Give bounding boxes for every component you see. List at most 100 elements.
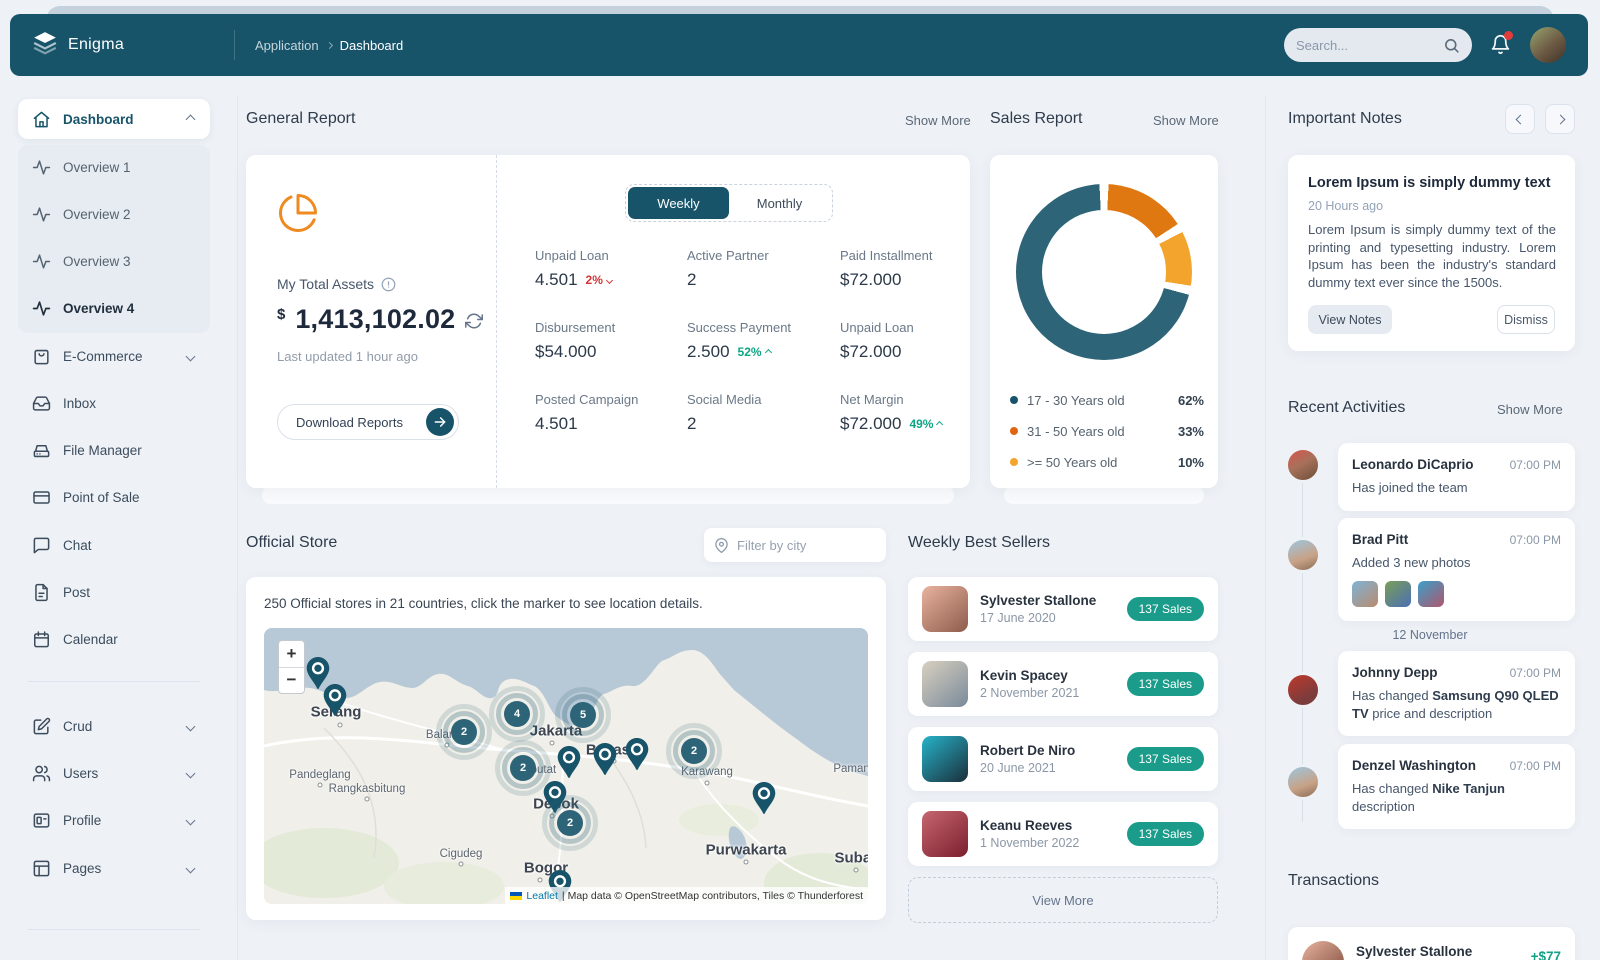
sidebar-item-dashboard[interactable]: Dashboard <box>18 99 210 139</box>
map-attribution: Leaflet | Map data © OpenStreetMap contr… <box>505 887 868 904</box>
sidebar-divider <box>28 681 200 682</box>
breadcrumb-separator-icon <box>326 41 333 48</box>
sidebar-item-crud[interactable]: Crud <box>18 706 210 746</box>
sidebar-item-chat[interactable]: Chat <box>18 525 210 565</box>
refresh-icon[interactable] <box>465 312 483 330</box>
map-city-label: Rangkasbitung <box>329 783 406 795</box>
transaction-item[interactable]: Sylvester Stallone +$77 <box>1288 927 1575 960</box>
zoom-out-button[interactable]: − <box>279 668 304 694</box>
recent-activities-show-more[interactable]: Show More <box>1497 402 1563 417</box>
transactions-title: Transactions <box>1288 872 1379 890</box>
store-marker[interactable] <box>557 746 581 778</box>
inbox-icon <box>32 394 51 413</box>
search-box[interactable] <box>1284 28 1472 62</box>
users-icon <box>32 764 51 783</box>
map-city-label: Pandeglang <box>289 769 350 781</box>
sidebar-item-ecommerce[interactable]: E-Commerce <box>18 336 210 376</box>
map-zoom-control: + − <box>278 640 305 694</box>
sidebar-item-overview-4[interactable]: Overview 4 <box>18 288 210 328</box>
breadcrumb: Application Dashboard <box>255 38 403 53</box>
avatar <box>1285 672 1321 708</box>
layout-icon <box>32 859 51 878</box>
brand[interactable]: Enigma <box>32 30 234 61</box>
sidebar-item-file-manager[interactable]: File Manager <box>18 430 210 470</box>
leaflet-link[interactable]: Leaflet <box>526 890 558 902</box>
breadcrumb-dashboard[interactable]: Dashboard <box>340 38 404 53</box>
sidebar-item-point-of-sale[interactable]: Point of Sale <box>18 477 210 517</box>
sales-badge: 137 Sales <box>1127 822 1204 846</box>
photo-thumbnail[interactable] <box>1418 581 1444 607</box>
sidebar-item-post[interactable]: Post <box>18 572 210 612</box>
legend-31-50: 31 - 50 Years old 33% <box>1010 423 1204 439</box>
best-sellers-title: Weekly Best Sellers <box>908 534 1050 552</box>
sidebar-item-overview-3[interactable]: Overview 3 <box>18 241 210 281</box>
best-seller-item[interactable]: Kevin Spacey2 November 2021 137 Sales <box>908 652 1218 716</box>
photo-thumbnail[interactable] <box>1385 581 1411 607</box>
sidebar-item-pages[interactable]: Pages <box>18 848 210 888</box>
dismiss-button[interactable]: Dismiss <box>1497 305 1555 334</box>
store-cluster-marker[interactable]: 2 <box>557 810 583 836</box>
store-cluster-marker[interactable]: 2 <box>510 755 536 781</box>
message-square-icon <box>32 536 51 555</box>
map-pin-icon <box>714 538 729 553</box>
sidebar-item-overview-2[interactable]: Overview 2 <box>18 194 210 234</box>
sidebar-item-users[interactable]: Users <box>18 753 210 793</box>
general-report-show-more[interactable]: Show More <box>905 113 971 128</box>
photo-thumbnail[interactable] <box>1352 581 1378 607</box>
activity-icon <box>32 299 51 318</box>
notes-prev-button[interactable] <box>1505 104 1535 134</box>
activity-item[interactable]: Brad Pitt 07:00 PM Added 3 new photos <box>1338 518 1575 621</box>
store-marker[interactable] <box>625 738 649 770</box>
best-seller-item[interactable]: Sylvester Stallone17 June 2020 137 Sales <box>908 577 1218 641</box>
sidebar-item-calendar[interactable]: Calendar <box>18 619 210 659</box>
store-cluster-marker[interactable]: 2 <box>681 738 707 764</box>
activity-icon <box>32 252 51 271</box>
sales-badge: 137 Sales <box>1127 672 1204 696</box>
important-notes-title: Important Notes <box>1288 110 1402 128</box>
chevron-right-icon <box>1555 114 1565 124</box>
chevron-down-icon <box>186 351 196 361</box>
store-map[interactable]: Serang Balaraja Pandeglang Rangkasbitung… <box>264 628 868 904</box>
search-input[interactable] <box>1296 38 1426 53</box>
recent-activities-title: Recent Activities <box>1288 399 1405 417</box>
chevron-left-icon <box>1515 114 1525 124</box>
info-icon[interactable] <box>381 277 396 292</box>
filter-by-city-input[interactable] <box>737 538 867 553</box>
tab-weekly[interactable]: Weekly <box>628 187 729 219</box>
activity-icon <box>32 158 51 177</box>
sales-report-show-more[interactable]: Show More <box>1153 113 1219 128</box>
notes-next-button[interactable] <box>1545 104 1575 134</box>
store-marker[interactable] <box>752 782 776 814</box>
store-cluster-marker[interactable]: 5 <box>570 702 596 728</box>
store-cluster-marker[interactable]: 4 <box>504 701 530 727</box>
sidebar-item-overview-1[interactable]: Overview 1 <box>18 147 210 187</box>
activity-item[interactable]: Johnny Depp 07:00 PM Has changed Samsung… <box>1338 651 1575 736</box>
best-seller-item[interactable]: Robert De Niro20 June 2021 137 Sales <box>908 727 1218 791</box>
age-donut-chart[interactable] <box>1016 184 1192 360</box>
official-store-title: Official Store <box>246 534 337 552</box>
ukraine-flag-icon <box>510 892 522 900</box>
stat-active-partner: Active Partner 2 <box>687 248 832 290</box>
sidebar-item-inbox[interactable]: Inbox <box>18 383 210 423</box>
activity-icon <box>32 205 51 224</box>
zoom-in-button[interactable]: + <box>279 641 304 668</box>
view-more-button[interactable]: View More <box>908 877 1218 923</box>
sidebar-item-profile[interactable]: Profile <box>18 800 210 840</box>
store-marker[interactable] <box>323 684 347 716</box>
store-cluster-marker[interactable]: 2 <box>451 719 477 745</box>
legend-dot <box>1010 396 1018 404</box>
store-marker[interactable] <box>593 743 617 775</box>
period-toggle: Weekly Monthly <box>625 184 833 222</box>
filter-by-city-box[interactable] <box>704 528 886 562</box>
activity-item[interactable]: Denzel Washington 07:00 PM Has changed N… <box>1338 744 1575 829</box>
download-reports-button[interactable]: Download Reports <box>277 404 459 440</box>
activity-item[interactable]: Leonardo DiCaprio 07:00 PM Has joined th… <box>1338 443 1575 511</box>
view-notes-button[interactable]: View Notes <box>1308 305 1392 334</box>
best-seller-item[interactable]: Keanu Reeves1 November 2022 137 Sales <box>908 802 1218 866</box>
breadcrumb-application[interactable]: Application <box>255 38 319 53</box>
tab-monthly[interactable]: Monthly <box>729 187 830 219</box>
search-icon[interactable] <box>1443 37 1460 54</box>
chevron-down-icon <box>186 863 196 873</box>
notifications-bell[interactable] <box>1490 33 1512 57</box>
user-avatar[interactable] <box>1530 27 1566 63</box>
